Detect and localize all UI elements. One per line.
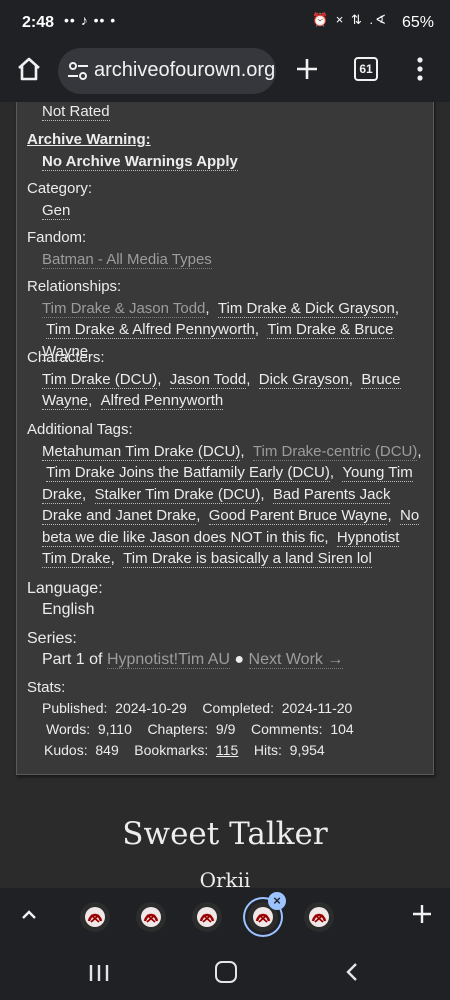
characters-list: Tim Drake (DCU), Jason Todd, Dick Grayso… [42, 370, 401, 410]
back-icon[interactable] [342, 961, 362, 983]
home-icon[interactable] [14, 54, 44, 84]
address-bar[interactable]: archiveofourown.org [58, 48, 276, 94]
site-settings-icon[interactable] [66, 59, 90, 83]
ao3-logo-icon [197, 907, 217, 927]
fandom-row: Fandom: Batman - All Media Types [27, 227, 425, 270]
comments-value: 104 [330, 721, 354, 737]
published-value: 2024-10-29 [115, 700, 187, 716]
series-link[interactable]: Hypnotist!Tim AU [106, 651, 230, 669]
bookmarks-link[interactable]: 115 [216, 742, 238, 758]
category-row: Category: Gen [27, 178, 425, 221]
rating-row: Not Rated [27, 102, 425, 123]
series-part: Part 1 of [42, 651, 103, 668]
kudos-value: 849 [95, 742, 119, 758]
chapters-label: Chapters: [147, 721, 209, 737]
character-tag[interactable]: Alfred Pennyworth [100, 392, 224, 410]
character-tag[interactable]: Jason Todd [169, 370, 247, 389]
rating-tag[interactable]: Not Rated [42, 103, 110, 121]
series-row: Series: Part 1 of Hypnotist!Tim AU ● Nex… [27, 628, 425, 670]
character-tag[interactable]: Tim Drake (DCU) [42, 370, 158, 389]
relationship-tag[interactable]: Tim Drake & Alfred Pennyworth [46, 321, 255, 339]
close-tab-icon[interactable]: × [268, 892, 286, 910]
comments-label: Comments: [250, 721, 323, 737]
freeform-tag[interactable]: Tim Drake Joins the Batfamily Early (DCU… [46, 464, 330, 482]
battery-level: 65% [401, 14, 434, 31]
system-nav-bar [0, 945, 450, 1000]
relationships-label: Relationships: [27, 278, 122, 295]
category-label: Category: [27, 180, 93, 197]
stats-label: Stats: [27, 679, 66, 696]
status-bar: 2:48 •• ♪ •• • ⏰ × ⇅ .∢ 65% [0, 0, 450, 40]
language-value: English [42, 601, 95, 618]
series-bullet: ● [234, 651, 245, 668]
home-nav-icon[interactable] [215, 961, 237, 983]
ao3-logo-icon [85, 907, 105, 927]
clock: 2:48 [22, 14, 55, 31]
tab-favicon[interactable] [80, 902, 110, 932]
archive-warning-row: Archive Warning: No Archive Warnings App… [27, 129, 425, 172]
page-content: Not Rated Archive Warning: No Archive Wa… [0, 102, 450, 888]
fandom-label: Fandom: [27, 229, 87, 246]
archive-warning-tag[interactable]: No Archive Warnings Apply [42, 152, 238, 171]
tab-favicon[interactable] [136, 902, 166, 932]
browser-toolbar: archiveofourown.org 61 [0, 40, 450, 102]
additional-tags-list: Metahuman Tim Drake (DCU), Tim Drake-cen… [42, 442, 422, 568]
hits-value: 9,954 [289, 742, 325, 758]
published-label: Published: [42, 700, 108, 716]
stats-line-engagement: Kudos: 849 Bookmarks: 115 Hits: 9,954 [42, 740, 425, 761]
url-text[interactable]: archiveofourown.org [94, 59, 275, 82]
language-label: Language: [27, 580, 103, 597]
characters-row: Characters: Tim Drake (DCU), Jason Todd,… [27, 347, 425, 412]
tab-favicon[interactable] [304, 902, 334, 932]
relationship-tag[interactable]: Tim Drake & Dick Grayson [217, 299, 395, 318]
tab-favicon[interactable] [192, 902, 222, 932]
stats-line-dates: Published: 2024-10-29 Completed: 2024-11… [42, 698, 425, 719]
series-label: Series: [27, 630, 77, 647]
tab-switcher-button[interactable]: 61 [354, 57, 378, 81]
hits-label: Hits: [253, 742, 282, 758]
recent-apps-icon[interactable] [88, 963, 110, 983]
new-tab-icon[interactable] [292, 54, 322, 84]
freeform-tag[interactable]: Tim Drake is basically a land Siren lol [123, 550, 372, 568]
character-tag[interactable]: Dick Grayson [258, 370, 349, 389]
ao3-logo-icon [141, 907, 161, 927]
stats-line-counts: Words: 9,110 Chapters: 9/9 Comments: 104 [42, 719, 425, 740]
archive-warning-label[interactable]: Archive Warning: [27, 129, 425, 151]
chevron-up-icon[interactable] [18, 904, 40, 926]
ao3-logo-icon [253, 907, 273, 927]
next-work-link[interactable]: Next Work → [248, 651, 344, 669]
category-tag[interactable]: Gen [42, 201, 71, 220]
work-author[interactable]: Orkii [0, 868, 450, 888]
freeform-tag[interactable]: Metahuman Tim Drake (DCU) [42, 442, 241, 461]
more-menu-icon[interactable] [410, 54, 430, 84]
add-tab-icon[interactable] [410, 902, 434, 926]
freeform-tag[interactable]: Tim Drake-centric (DCU) [252, 442, 418, 461]
language-row: Language: English [27, 578, 425, 620]
work-title: Sweet Talker [122, 816, 328, 852]
stats-row: Stats: Published: 2024-10-29 Completed: … [27, 677, 425, 761]
completed-label: Completed: [202, 700, 274, 716]
words-label: Words: [46, 721, 91, 737]
chapters-value: 9/9 [215, 721, 236, 737]
words-value: 9,110 [97, 721, 132, 737]
relationship-tag[interactable]: Tim Drake & Jason Todd [42, 299, 206, 318]
freeform-tag[interactable]: Good Parent Bruce Wayne [208, 507, 388, 525]
additional-tags-row: Additional Tags: Metahuman Tim Drake (DC… [27, 419, 425, 570]
system-status-icons: ⏰ × ⇅ .∢ [311, 12, 388, 27]
characters-label: Characters: [27, 349, 105, 366]
freeform-tag[interactable]: Stalker Tim Drake (DCU) [94, 485, 261, 504]
completed-value: 2024-11-20 [281, 700, 353, 716]
kudos-label: Kudos: [44, 742, 88, 758]
additional-tags-label: Additional Tags: [27, 421, 133, 438]
notification-icons: •• ♪ •• • [64, 12, 117, 28]
bookmarks-label: Bookmarks: [134, 742, 209, 758]
fandom-tag[interactable]: Batman - All Media Types [42, 250, 212, 269]
ao3-logo-icon [309, 907, 329, 927]
tab-strip [0, 888, 450, 945]
work-meta-card: Not Rated Archive Warning: No Archive Wa… [16, 102, 434, 775]
